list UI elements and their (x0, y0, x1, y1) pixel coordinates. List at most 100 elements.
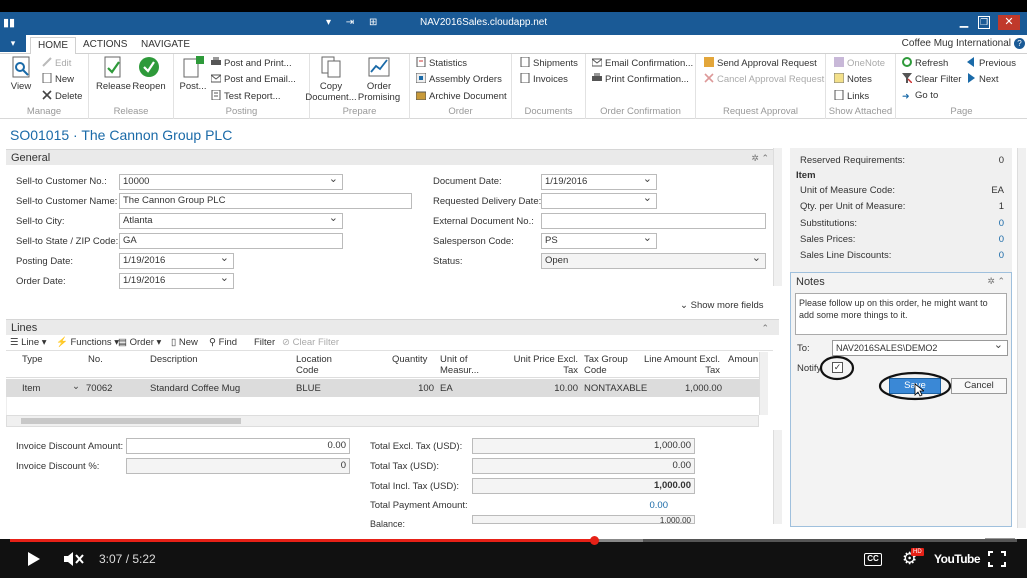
note-text-input[interactable]: Please follow up on this order, he might… (795, 293, 1007, 335)
go-to-button[interactable]: ➜ Go to (902, 90, 938, 102)
onenote-button[interactable]: OneNote (834, 57, 885, 70)
column-header-line-amount[interactable]: Line Amount Excl. Tax (642, 354, 720, 376)
help-icon[interactable]: ? (1014, 38, 1025, 49)
collapse-icon[interactable]: ✲ ⌃ (751, 150, 769, 166)
previous-button[interactable]: Previous (966, 57, 1016, 70)
sales-line-discounts-link[interactable]: 0 (999, 250, 1004, 262)
invoices-button[interactable]: Invoices (520, 72, 568, 86)
column-header-location-code[interactable]: Location Code (296, 354, 340, 376)
edit-button[interactable]: Edit (42, 57, 71, 70)
file-menu-button[interactable]: ▾ (0, 35, 26, 52)
play-icon[interactable] (27, 551, 41, 567)
post-and-email-button[interactable]: Post and Email... (210, 73, 296, 86)
tab-actions[interactable]: ACTIONS (76, 37, 134, 52)
tab-home[interactable]: HOME (30, 37, 76, 55)
release-button[interactable]: Release (96, 56, 131, 92)
status-input[interactable]: Open (541, 251, 766, 269)
total-payment-value[interactable]: 0.00 (600, 500, 669, 512)
youtube-logo[interactable]: YouTube (934, 552, 981, 566)
column-header-description[interactable]: Description (150, 354, 198, 365)
type-dropdown-icon[interactable]: ⌄ (72, 381, 80, 392)
copy-document-button[interactable]: Copy Document... (304, 56, 358, 103)
clear-filter-button[interactable]: Clear Filter (902, 73, 961, 86)
column-header-tax-group[interactable]: Tax Group Code (584, 354, 634, 376)
post-and-print-button[interactable]: Post and Print... (211, 57, 292, 70)
links-button[interactable]: Links (834, 89, 869, 103)
view-button[interactable]: View (8, 56, 34, 92)
shipments-button[interactable]: Shipments (520, 56, 578, 70)
test-report-button[interactable]: Test Report... (211, 89, 281, 103)
table-row[interactable]: Item ⌄ 70062 Standard Coffee Mug BLUE 10… (6, 379, 759, 397)
video-scrubber-handle[interactable] (590, 536, 599, 545)
lines-horizontal-scrollbar[interactable] (6, 415, 759, 427)
scroll-thumb[interactable] (21, 418, 241, 424)
field-label: Sell-to Customer Name: (16, 196, 118, 207)
factbox-scrollbar[interactable] (1017, 148, 1026, 528)
salesperson-code-input[interactable]: PS (541, 231, 657, 249)
sell-to-city-input[interactable]: Atlanta (119, 211, 343, 229)
refresh-button[interactable]: Refresh (902, 57, 948, 70)
functions-menu-button[interactable]: ⚡ Functions ▾ (56, 337, 119, 349)
totals-scrollbar[interactable] (773, 430, 782, 524)
order-promising-button[interactable]: Order Promising (356, 56, 402, 103)
sell-to-customer-no-input[interactable]: 10000 (119, 172, 343, 190)
new-button[interactable]: New (42, 72, 74, 86)
captions-icon[interactable]: CC (864, 553, 882, 566)
statistics-icon (416, 56, 426, 68)
cancel-button[interactable]: Cancel (951, 378, 1007, 394)
column-header-type[interactable]: Type (22, 354, 43, 365)
print-confirmation-button[interactable]: Print Confirmation... (592, 73, 689, 86)
sales-prices-link[interactable]: 0 (999, 234, 1004, 246)
reopen-button[interactable]: Reopen (131, 56, 167, 92)
quick-access-toolbar[interactable]: ▾ ⇥ ⊞ (326, 16, 383, 30)
clear-filter-line-button[interactable]: ⊘ Clear Filter (282, 337, 339, 349)
next-button[interactable]: Next (966, 73, 999, 86)
tab-navigate[interactable]: NAVIGATE (134, 37, 197, 52)
column-header-unit-price[interactable]: Unit Price Excl. Tax (506, 354, 578, 376)
general-section-header[interactable]: General ✲ ⌃ (6, 149, 779, 165)
posting-date-input[interactable]: 1/19/2016 (119, 251, 234, 269)
substitutions-link[interactable]: 0 (999, 218, 1004, 230)
find-button[interactable]: ⚲ Find (209, 337, 237, 349)
external-document-no-input[interactable] (541, 213, 766, 229)
sell-to-state-input[interactable]: GA (119, 233, 343, 249)
order-date-input[interactable]: 1/19/2016 (119, 271, 234, 289)
notes-to-input[interactable]: NAV2016SALES\DEMO2 (832, 338, 1008, 356)
delete-button[interactable]: Delete (42, 90, 82, 103)
document-date-input[interactable]: 1/19/2016 (541, 172, 657, 190)
new-line-button[interactable]: ▯ New (171, 337, 198, 349)
cancel-approval-request-button[interactable]: Cancel Approval Request (704, 73, 824, 86)
column-header-amount[interactable]: Amoun (728, 354, 758, 365)
column-header-quantity[interactable]: Quantity (392, 354, 427, 365)
minimize-icon[interactable]: ▁ (955, 15, 973, 30)
collapse-icon[interactable]: ⌃ (761, 320, 769, 336)
general-scrollbar[interactable] (773, 148, 782, 286)
column-header-unit-of-measure[interactable]: Unit of Measur... (440, 354, 482, 376)
post-button[interactable]: Post... (179, 56, 207, 92)
maximize-icon[interactable]: ❐ (978, 16, 990, 29)
assembly-orders-button[interactable]: Assembly Orders (415, 72, 502, 86)
line-menu-button[interactable]: ☰ Line ▾ (10, 337, 47, 349)
group-label: Request Approval (723, 106, 798, 117)
sell-to-customer-name-input[interactable]: The Cannon Group PLC (119, 193, 412, 209)
notes-icon (833, 72, 845, 84)
show-more-fields-link[interactable]: ⌄ Show more fields (680, 300, 763, 312)
statistics-button[interactable]: Statistics (416, 56, 467, 70)
go-to-label: Go to (915, 90, 939, 101)
fullscreen-icon[interactable] (988, 551, 1006, 567)
requested-delivery-date-input[interactable] (541, 191, 657, 209)
notes-settings-icon[interactable]: ✲ ⌃ (987, 276, 1005, 287)
close-icon[interactable]: ✕ (998, 15, 1020, 30)
mute-icon[interactable] (63, 551, 85, 567)
invoice-discount-pct-input[interactable]: 0 (126, 458, 350, 474)
lines-vertical-scrollbar[interactable] (759, 352, 768, 415)
notes-button[interactable]: Notes (833, 72, 872, 86)
invoice-discount-amount-input[interactable]: 0.00 (126, 438, 350, 454)
order-menu-button[interactable]: ▤ Order ▾ (118, 337, 161, 349)
email-confirmation-button[interactable]: Email Confirmation... (591, 57, 693, 70)
filter-button[interactable]: Filter (254, 337, 275, 349)
send-approval-request-button[interactable]: Send Approval Request (704, 57, 817, 70)
archive-document-button[interactable]: Archive Document (415, 90, 507, 103)
column-header-no[interactable]: No. (88, 354, 103, 365)
lines-section-header[interactable]: Lines ⌃ (6, 319, 779, 335)
